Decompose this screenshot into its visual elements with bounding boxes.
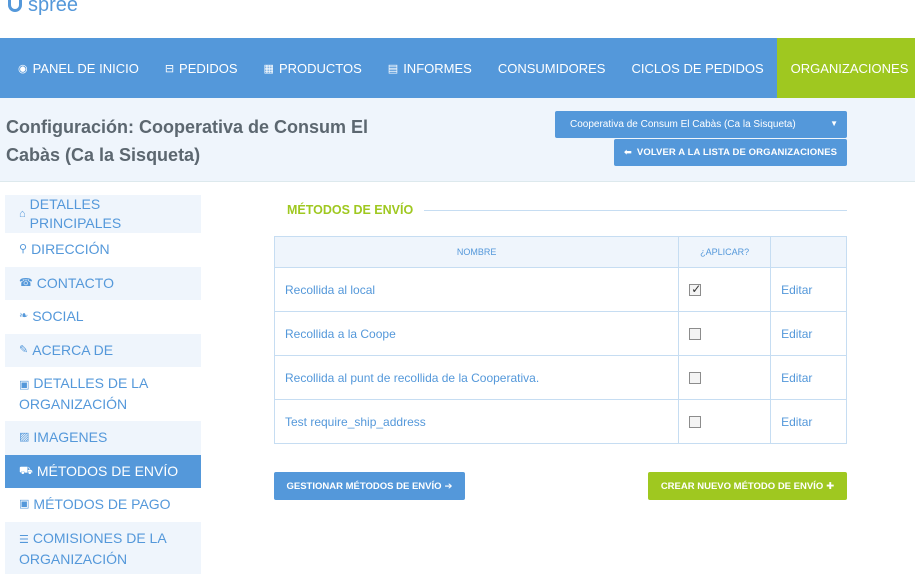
section-title: MÉTODOS DE ENVÍO xyxy=(287,203,424,217)
manage-button-label: GESTIONAR MÉTODOS DE ENVÍO xyxy=(286,480,442,492)
file-icon: ▤ xyxy=(387,62,399,75)
edit-link[interactable]: Editar xyxy=(770,267,847,312)
caret-down-icon: ▼ xyxy=(830,119,838,128)
shipping-method-name: Recollida a la Coope xyxy=(273,311,680,356)
sidebar-item-acerca-de[interactable]: ✎ ACERCA DE xyxy=(5,333,201,367)
sidebar-item-imagenes[interactable]: ▨ IMAGENES xyxy=(5,421,201,455)
dashboard-icon: ◉ xyxy=(18,62,28,75)
nav-item-ciclos-de-pedidos[interactable]: CICLOS DE PEDIDOS xyxy=(618,38,776,98)
arrow-right-icon: ➔ xyxy=(444,480,453,492)
column-header-aplicar: ¿APLICAR? xyxy=(678,236,772,268)
phone-icon: ☎ xyxy=(19,276,33,289)
sidebar-item-label: MÉTODOS DE ENVÍO xyxy=(36,462,179,479)
shipping-method-name: Recollida al local xyxy=(273,267,680,312)
sidebar-item-label: ▣ DETALLES DE LA ORGANIZACIÓN xyxy=(19,374,187,414)
table-header-row: NOMBRE ¿APLICAR? xyxy=(273,236,847,268)
create-button-label: CREAR NUEVO MÉTODO DE ENVÍO xyxy=(660,480,824,492)
back-to-organizations-button[interactable]: ⬅ VOLVER A LA LISTA DE ORGANIZACIONES xyxy=(614,139,847,166)
nav-item-panel-de-inicio[interactable]: ◉ PANEL DE INICIO xyxy=(0,38,152,98)
shipping-method-name: Test require_ship_address xyxy=(273,399,680,444)
arrow-left-icon: ⬅ xyxy=(623,147,632,158)
truck-icon: ⛟ xyxy=(19,464,33,477)
shipping-method-name: Recollida al punt de recollida de la Coo… xyxy=(273,355,680,400)
nav-item-label: CONSUMIDORES xyxy=(497,60,606,76)
picture-icon: ▨ xyxy=(19,431,30,444)
sidebar-item-comisiones[interactable]: ☰ COMISIONES DE LA ORGANIZACIÓN xyxy=(5,521,201,574)
shipping-methods-table: NOMBRE ¿APLICAR? Recollida al local Edit… xyxy=(273,236,847,444)
top-nav: ◉ PANEL DE INICIO ⊟ PEDIDOS ▦ PRODUCTOS … xyxy=(0,38,915,106)
list-icon: ☰ xyxy=(19,533,29,546)
sidebar-item-label-text: DETALLES DE LA ORGANIZACIÓN xyxy=(19,375,148,412)
money-icon: ▣ xyxy=(19,498,30,511)
sidebar-item-social[interactable]: ❧ SOCIAL xyxy=(5,300,201,334)
nav-item-informes[interactable]: ▤ INFORMES xyxy=(375,38,485,98)
sidebar-item-label: MÉTODOS DE PAGO xyxy=(33,496,171,513)
nav-item-label: PANEL DE INICIO xyxy=(32,60,139,76)
briefcase-icon: ▣ xyxy=(19,379,30,391)
manage-shipping-methods-button[interactable]: GESTIONAR MÉTODOS DE ENVÍO ➔ xyxy=(274,472,465,500)
sidebar-item-detalles-principales[interactable]: ⌂ DETALLES PRINCIPALES xyxy=(5,195,201,233)
map-marker-icon: ⚲ xyxy=(19,243,28,256)
pencil-icon: ✎ xyxy=(19,343,29,356)
sidebar-item-contacto[interactable]: ☎ CONTACTO xyxy=(5,266,201,300)
page-header: Configuración: Cooperativa de Consum El … xyxy=(0,98,915,182)
sidebar-item-label: IMAGENES xyxy=(33,429,108,446)
nav-item-label: PRODUCTOS xyxy=(278,60,362,76)
table-row: Recollida a la Coope Editar xyxy=(273,311,847,356)
nav-item-consumidores[interactable]: CONSUMIDORES xyxy=(485,38,619,98)
nav-item-productos[interactable]: ▦ PRODUCTOS xyxy=(251,38,375,98)
table-row: Recollida al punt de recollida de la Coo… xyxy=(273,355,847,400)
sidebar-item-label: ACERCA DE xyxy=(32,341,114,358)
table-row: Test require_ship_address Editar xyxy=(273,399,847,444)
th-large-icon: ▦ xyxy=(263,62,274,75)
apply-checkbox[interactable] xyxy=(689,328,702,341)
column-header-nombre: NOMBRE xyxy=(273,236,680,268)
nav-item-label: INFORMES xyxy=(403,60,472,76)
nav-item-label: ORGANIZACIONES xyxy=(790,60,909,76)
edit-link[interactable]: Editar xyxy=(770,311,847,356)
logo-text: spree xyxy=(28,0,79,16)
plus-icon: ✚ xyxy=(826,480,835,492)
section-divider xyxy=(424,210,847,211)
sidebar-item-label: DETALLES PRINCIPALES xyxy=(29,196,122,231)
apply-checkbox[interactable] xyxy=(689,372,702,385)
sidebar-item-label: DIRECCIÓN xyxy=(31,241,110,258)
organization-select-value: Cooperativa de Consum El Cabàs (Ca la Si… xyxy=(570,119,796,130)
home-icon: ⌂ xyxy=(19,207,26,220)
sidebar-item-metodos-de-envio[interactable]: ⛟ MÉTODOS DE ENVÍO xyxy=(5,454,201,488)
nav-item-label: CICLOS DE PEDIDOS xyxy=(631,60,764,76)
sidebar-item-label-text: COMISIONES DE LA ORGANIZACIÓN xyxy=(19,529,166,567)
sidebar-item-label: ☰ COMISIONES DE LA ORGANIZACIÓN xyxy=(19,529,187,569)
organization-select[interactable]: Cooperativa de Consum El Cabàs (Ca la Si… xyxy=(555,111,847,138)
apply-checkbox[interactable] xyxy=(689,282,701,297)
back-button-label: VOLVER A LA LISTA DE ORGANIZACIONES xyxy=(636,147,838,158)
create-shipping-method-button[interactable]: CREAR NUEVO MÉTODO DE ENVÍO ✚ xyxy=(648,472,847,500)
cart-icon: ⊟ xyxy=(164,62,175,75)
sidebar-item-label: SOCIAL xyxy=(32,308,84,325)
nav-item-label: PEDIDOS xyxy=(179,60,238,76)
settings-sidebar: ⌂ DETALLES PRINCIPALES ⚲ DIRECCIÓN ☎ CON… xyxy=(5,195,201,574)
twitter-icon: ❧ xyxy=(19,310,29,323)
sidebar-item-label: CONTACTO xyxy=(36,274,114,291)
sidebar-item-direccion[interactable]: ⚲ DIRECCIÓN xyxy=(5,233,201,267)
edit-link[interactable]: Editar xyxy=(770,399,847,444)
page-title: Configuración: Cooperativa de Consum El … xyxy=(6,117,369,165)
edit-link[interactable]: Editar xyxy=(770,355,847,400)
column-header-actions xyxy=(770,236,847,268)
nav-item-organizaciones[interactable]: ORGANIZACIONES xyxy=(776,38,915,106)
sidebar-item-detalles-de-la-organizacion[interactable]: ▣ DETALLES DE LA ORGANIZACIÓN xyxy=(5,367,201,421)
nav-item-pedidos[interactable]: ⊟ PEDIDOS xyxy=(152,38,251,98)
spree-logo-icon xyxy=(8,0,22,12)
sidebar-item-metodos-de-pago[interactable]: ▣ MÉTODOS DE PAGO xyxy=(5,488,201,522)
logo[interactable]: spree xyxy=(8,0,78,18)
apply-checkbox[interactable] xyxy=(689,416,702,429)
table-row: Recollida al local Editar xyxy=(273,267,847,312)
